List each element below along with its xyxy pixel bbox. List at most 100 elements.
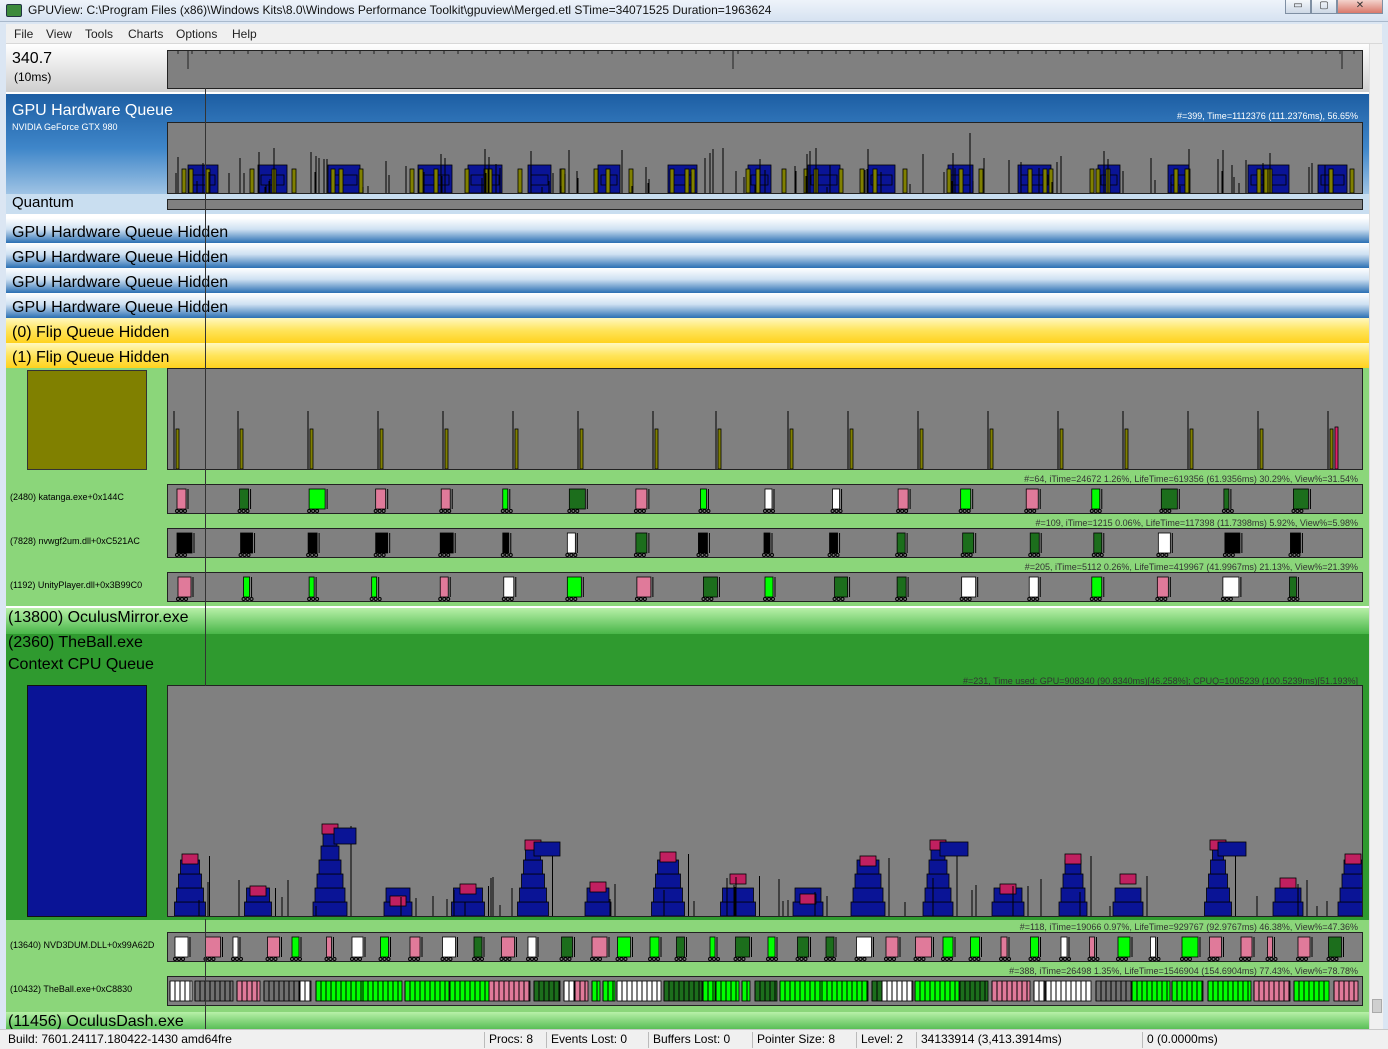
dma-packet[interactable] — [684, 168, 690, 193]
queue-packet[interactable] — [1124, 428, 1129, 469]
cpu-queue-packet[interactable] — [850, 901, 886, 916]
dma-packet[interactable] — [188, 168, 194, 193]
thread-event[interactable] — [1289, 576, 1297, 598]
dma-packet[interactable] — [433, 168, 439, 193]
cpu-queue-packet-hatched[interactable] — [589, 881, 607, 893]
menu-help[interactable]: Help — [232, 27, 257, 41]
cpu-queue-packet[interactable] — [1337, 901, 1362, 916]
thread-event[interactable] — [473, 936, 483, 958]
dma-packet[interactable] — [1349, 168, 1355, 193]
thread-event[interactable] — [1328, 936, 1342, 958]
cpu-queue-packet[interactable] — [852, 887, 884, 903]
cpu-queue-packet[interactable] — [244, 901, 272, 916]
thread-event[interactable] — [502, 532, 510, 554]
cpu-queue-packet[interactable] — [521, 873, 545, 889]
cpu-queue-packet[interactable] — [939, 841, 969, 857]
queue-packet[interactable] — [789, 428, 794, 469]
ruler-track[interactable] — [167, 50, 1363, 89]
dma-packet[interactable] — [872, 168, 878, 193]
dma-packet[interactable] — [181, 168, 187, 193]
dma-packet[interactable] — [605, 168, 611, 193]
cpu-queue-packet[interactable] — [653, 887, 683, 903]
close-button[interactable]: ✕ — [1337, 0, 1383, 14]
thread-event[interactable] — [501, 936, 515, 958]
thread-event[interactable] — [326, 936, 332, 958]
queue-packet[interactable] — [579, 428, 584, 469]
dma-packet[interactable] — [418, 168, 424, 193]
thread-event[interactable] — [371, 576, 378, 598]
cpu-queue-packet[interactable] — [1341, 873, 1362, 889]
thread-event[interactable] — [1297, 936, 1311, 958]
dma-packet[interactable] — [330, 168, 336, 193]
queue-packet[interactable] — [1259, 428, 1264, 469]
cpu-queue-packet[interactable] — [1112, 901, 1144, 916]
thread-event[interactable] — [1028, 576, 1039, 598]
thread-event[interactable] — [698, 532, 708, 554]
dma-packet[interactable] — [669, 168, 675, 193]
process-header-oculusdash[interactable] — [6, 1012, 1369, 1029]
thread-event[interactable] — [1290, 532, 1301, 554]
thread-event[interactable] — [1093, 532, 1103, 554]
thread-event[interactable] — [307, 532, 318, 554]
cpu-queue-packet[interactable] — [316, 873, 344, 889]
time-cursor[interactable] — [205, 919, 206, 1029]
process-queue-track[interactable] — [167, 368, 1363, 470]
queue-packet[interactable] — [1329, 428, 1334, 469]
dma-packet[interactable] — [1042, 168, 1048, 193]
thread-event[interactable] — [767, 936, 776, 958]
cpu-queue-packet[interactable] — [523, 859, 543, 875]
dma-packet[interactable] — [249, 168, 255, 193]
scrollbar-thumb[interactable] — [1372, 999, 1382, 1013]
thread-event[interactable] — [308, 488, 326, 510]
cpu-queue-packet[interactable] — [333, 827, 357, 845]
thread-event[interactable] — [1293, 488, 1309, 510]
minimize-button[interactable]: ▭ — [1285, 0, 1311, 14]
process-header-oculusmirror[interactable] — [6, 608, 1369, 634]
quantum-track[interactable] — [167, 199, 1363, 210]
cpu-queue-packet[interactable] — [1206, 887, 1230, 903]
cpu-queue-packet-hatched[interactable] — [799, 893, 817, 905]
dma-packet[interactable] — [978, 168, 984, 193]
thread-event[interactable] — [1150, 936, 1156, 958]
dma-packet[interactable] — [958, 168, 964, 193]
thread-track[interactable] — [167, 572, 1363, 602]
cpu-queue-packet-hatched[interactable] — [859, 855, 877, 867]
dma-packet[interactable] — [358, 168, 364, 193]
thread-event[interactable] — [574, 980, 589, 1002]
thread-event[interactable] — [1209, 936, 1222, 958]
thread-event[interactable] — [205, 936, 221, 958]
cpu-queue-packet[interactable] — [320, 845, 340, 861]
thread-event[interactable] — [1025, 488, 1039, 510]
queue-packet[interactable] — [1059, 428, 1064, 469]
menu-view[interactable]: View — [46, 27, 72, 41]
dma-packet[interactable] — [517, 168, 523, 193]
thread-event[interactable] — [440, 488, 451, 510]
cpu-queue-packet[interactable] — [991, 901, 1025, 916]
dma-packet[interactable] — [946, 168, 952, 193]
thread-track[interactable] — [167, 528, 1363, 558]
thread-event[interactable] — [635, 488, 648, 510]
menu-options[interactable]: Options — [176, 27, 217, 41]
thread-event[interactable] — [232, 936, 239, 958]
cpu-queue-packet[interactable] — [312, 901, 348, 916]
cpu-queue-packet[interactable] — [1339, 887, 1362, 903]
thread-event[interactable] — [1223, 488, 1230, 510]
thread-event[interactable] — [561, 936, 573, 958]
thread-event[interactable] — [741, 980, 751, 1002]
thread-event[interactable] — [764, 488, 773, 510]
thread-event[interactable] — [663, 980, 703, 1002]
thread-event[interactable] — [1117, 936, 1131, 958]
queue-packet[interactable] — [239, 428, 244, 469]
cpu-queue-packet-hatched[interactable] — [459, 883, 477, 895]
menu-charts[interactable]: Charts — [128, 27, 163, 41]
thread-event[interactable] — [1030, 936, 1039, 958]
dma-packet[interactable] — [745, 168, 751, 193]
thread-event[interactable] — [442, 936, 456, 958]
thread-event[interactable] — [914, 980, 960, 1002]
thread-event[interactable] — [856, 936, 872, 958]
cpu-queue-packet[interactable] — [1058, 901, 1088, 916]
cpu-queue-packet[interactable] — [178, 873, 202, 889]
thread-event[interactable] — [896, 576, 907, 598]
thread-track[interactable] — [167, 976, 1363, 1006]
thread-event[interactable] — [709, 936, 716, 958]
